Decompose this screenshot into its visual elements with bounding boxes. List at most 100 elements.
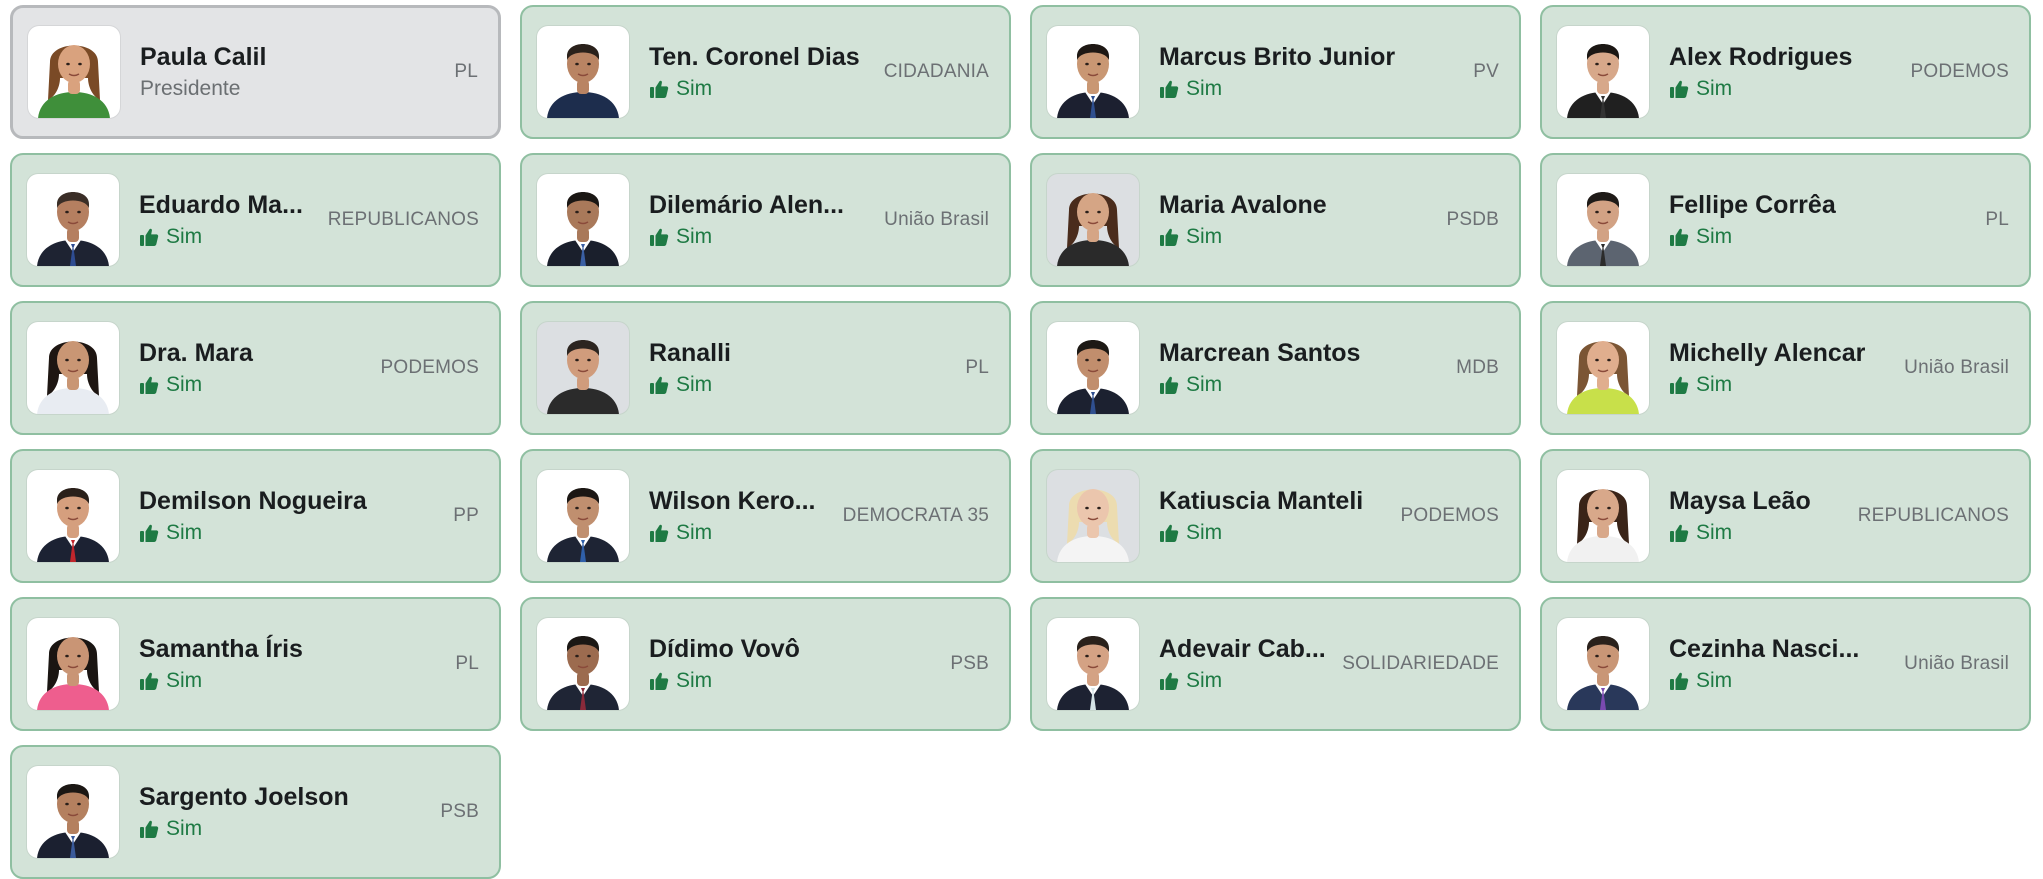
vote-label: Sim: [1186, 76, 1223, 100]
party-label: DEMOCRATA 35: [842, 505, 989, 526]
avatar: [537, 26, 629, 118]
thumbs-up-icon: [140, 672, 159, 690]
thumbs-up-icon: [650, 376, 669, 394]
portrait-photo: [547, 340, 619, 414]
party-label: PL: [454, 61, 478, 82]
member-info: Sargento Joelson Sim: [139, 781, 426, 844]
party-label: PSDB: [1446, 209, 1499, 230]
avatar: [28, 26, 120, 118]
avatar: [27, 618, 119, 710]
party-label: PSB: [440, 801, 479, 822]
vote-label: Sim: [676, 372, 713, 396]
vote-status: Sim: [1669, 370, 1890, 400]
thumbs-up-icon: [650, 524, 669, 542]
member-card-paula-calil[interactable]: Paula Calil Presidente PL: [10, 5, 501, 139]
member-card-marcus-brito-junior[interactable]: Marcus Brito Junior Sim PV: [1030, 5, 1521, 139]
avatar: [1047, 174, 1139, 266]
member-card-adevair-cab[interactable]: Adevair Cab... Sim SOLIDARIEDADE: [1030, 597, 1521, 731]
portrait-photo: [547, 488, 619, 562]
vote-label: Sim: [1696, 372, 1733, 396]
thumbs-up-icon: [1160, 80, 1179, 98]
member-name: Dilemário Alen...: [649, 190, 844, 219]
thumbs-up-icon: [1160, 228, 1179, 246]
avatar: [1557, 618, 1649, 710]
avatar: [1047, 618, 1139, 710]
avatar: [27, 766, 119, 858]
member-name: Cezinha Nasci...: [1669, 634, 1860, 663]
vote-label: Sim: [1696, 520, 1733, 544]
avatar: [1047, 470, 1139, 562]
vote-label: Sim: [166, 520, 203, 544]
thumbs-up-icon: [1160, 376, 1179, 394]
member-info: Michelly Alencar Sim: [1669, 337, 1890, 400]
member-card-alex-rodrigues[interactable]: Alex Rodrigues Sim PODEMOS: [1540, 5, 2031, 139]
member-card-didimo-vovo[interactable]: Dídimo Vovô Sim PSB: [520, 597, 1011, 731]
thumbs-up-icon: [1670, 80, 1689, 98]
member-card-wilson-kero[interactable]: Wilson Kero... Sim DEMOCRATA 35: [520, 449, 1011, 583]
portrait-photo: [1057, 44, 1129, 118]
portrait-photo: [547, 44, 619, 118]
vote-status: Sim: [1669, 518, 1844, 548]
vote-label: Sim: [1696, 76, 1733, 100]
member-info: Demilson Nogueira Sim: [139, 485, 439, 548]
vote-status: Sim: [649, 518, 829, 548]
member-card-sargento-joelson[interactable]: Sargento Joelson Sim PSB: [10, 745, 501, 879]
member-card-samantha-iris[interactable]: Samantha Íris Sim PL: [10, 597, 501, 731]
vote-label: Sim: [1696, 224, 1733, 248]
member-card-demilson-nogueira[interactable]: Demilson Nogueira Sim PP: [10, 449, 501, 583]
vote-label: Sim: [676, 224, 713, 248]
member-info: Marcus Brito Junior Sim: [1159, 41, 1459, 104]
member-card-dilemario-alen[interactable]: Dilemário Alen... Sim União Brasil: [520, 153, 1011, 287]
avatar: [1557, 174, 1649, 266]
member-name: Paula Calil: [140, 42, 267, 71]
member-name: Ranalli: [649, 338, 731, 367]
member-card-katiuscia-manteli[interactable]: Katiuscia Manteli Sim PODEMOS: [1030, 449, 1521, 583]
portrait-photo: [37, 784, 109, 858]
vote-label: Sim: [1186, 224, 1223, 248]
member-name: Fellipe Corrêa: [1669, 190, 1836, 219]
member-name: Marcus Brito Junior: [1159, 42, 1396, 71]
party-label: União Brasil: [884, 209, 989, 230]
member-card-dra-mara[interactable]: Dra. Mara Sim PODEMOS: [10, 301, 501, 435]
member-card-cezinha-nasci[interactable]: Cezinha Nasci... Sim União Brasil: [1540, 597, 2031, 731]
member-info: Adevair Cab... Sim: [1159, 633, 1328, 696]
party-label: PSB: [950, 653, 989, 674]
vote-status: Sim: [1159, 222, 1432, 252]
member-name: Ten. Coronel Dias: [649, 42, 860, 71]
party-label: REPUBLICANOS: [1857, 505, 2009, 526]
member-info: Fellipe Corrêa Sim: [1669, 189, 1971, 252]
member-card-ranalli[interactable]: Ranalli Sim PL: [520, 301, 1011, 435]
vote-status: Sim: [1159, 518, 1386, 548]
member-name: Michelly Alencar: [1669, 338, 1866, 367]
member-card-maysa-leao[interactable]: Maysa Leão Sim REPUBLICANOS: [1540, 449, 2031, 583]
member-card-marcrean-santos[interactable]: Marcrean Santos Sim MDB: [1030, 301, 1521, 435]
member-name: Adevair Cab...: [1159, 634, 1326, 663]
portrait-photo: [1567, 636, 1639, 710]
portrait-photo: [38, 45, 110, 118]
member-info: Samantha Íris Sim: [139, 633, 441, 696]
thumbs-up-icon: [1670, 672, 1689, 690]
member-card-maria-avalone[interactable]: Maria Avalone Sim PSDB: [1030, 153, 1521, 287]
member-card-ten-coronel-dias[interactable]: Ten. Coronel Dias Sim CIDADANIA: [520, 5, 1011, 139]
portrait-photo: [1057, 489, 1129, 562]
member-info: Maysa Leão Sim: [1669, 485, 1844, 548]
member-card-michelly-alencar[interactable]: Michelly Alencar Sim União Brasil: [1540, 301, 2031, 435]
party-label: PL: [965, 357, 989, 378]
party-label: SOLIDARIEDADE: [1342, 653, 1499, 674]
avatar: [27, 470, 119, 562]
avatar: [537, 322, 629, 414]
thumbs-up-icon: [140, 376, 159, 394]
portrait-photo: [1057, 193, 1129, 266]
member-info: Dilemário Alen... Sim: [649, 189, 870, 252]
party-label: PODEMOS: [380, 357, 479, 378]
vote-status: Sim: [1159, 666, 1328, 696]
vote-status: Sim: [1669, 74, 1896, 104]
portrait-photo: [37, 192, 109, 266]
vote-status: Sim: [1669, 666, 1890, 696]
portrait-photo: [37, 637, 109, 710]
member-card-eduardo-ma[interactable]: Eduardo Ma... Sim REPUBLICANOS: [10, 153, 501, 287]
avatar: [537, 618, 629, 710]
vote-label: Sim: [676, 668, 713, 692]
member-card-fellipe-correa[interactable]: Fellipe Corrêa Sim PL: [1540, 153, 2031, 287]
member-name: Maysa Leão: [1669, 486, 1811, 515]
